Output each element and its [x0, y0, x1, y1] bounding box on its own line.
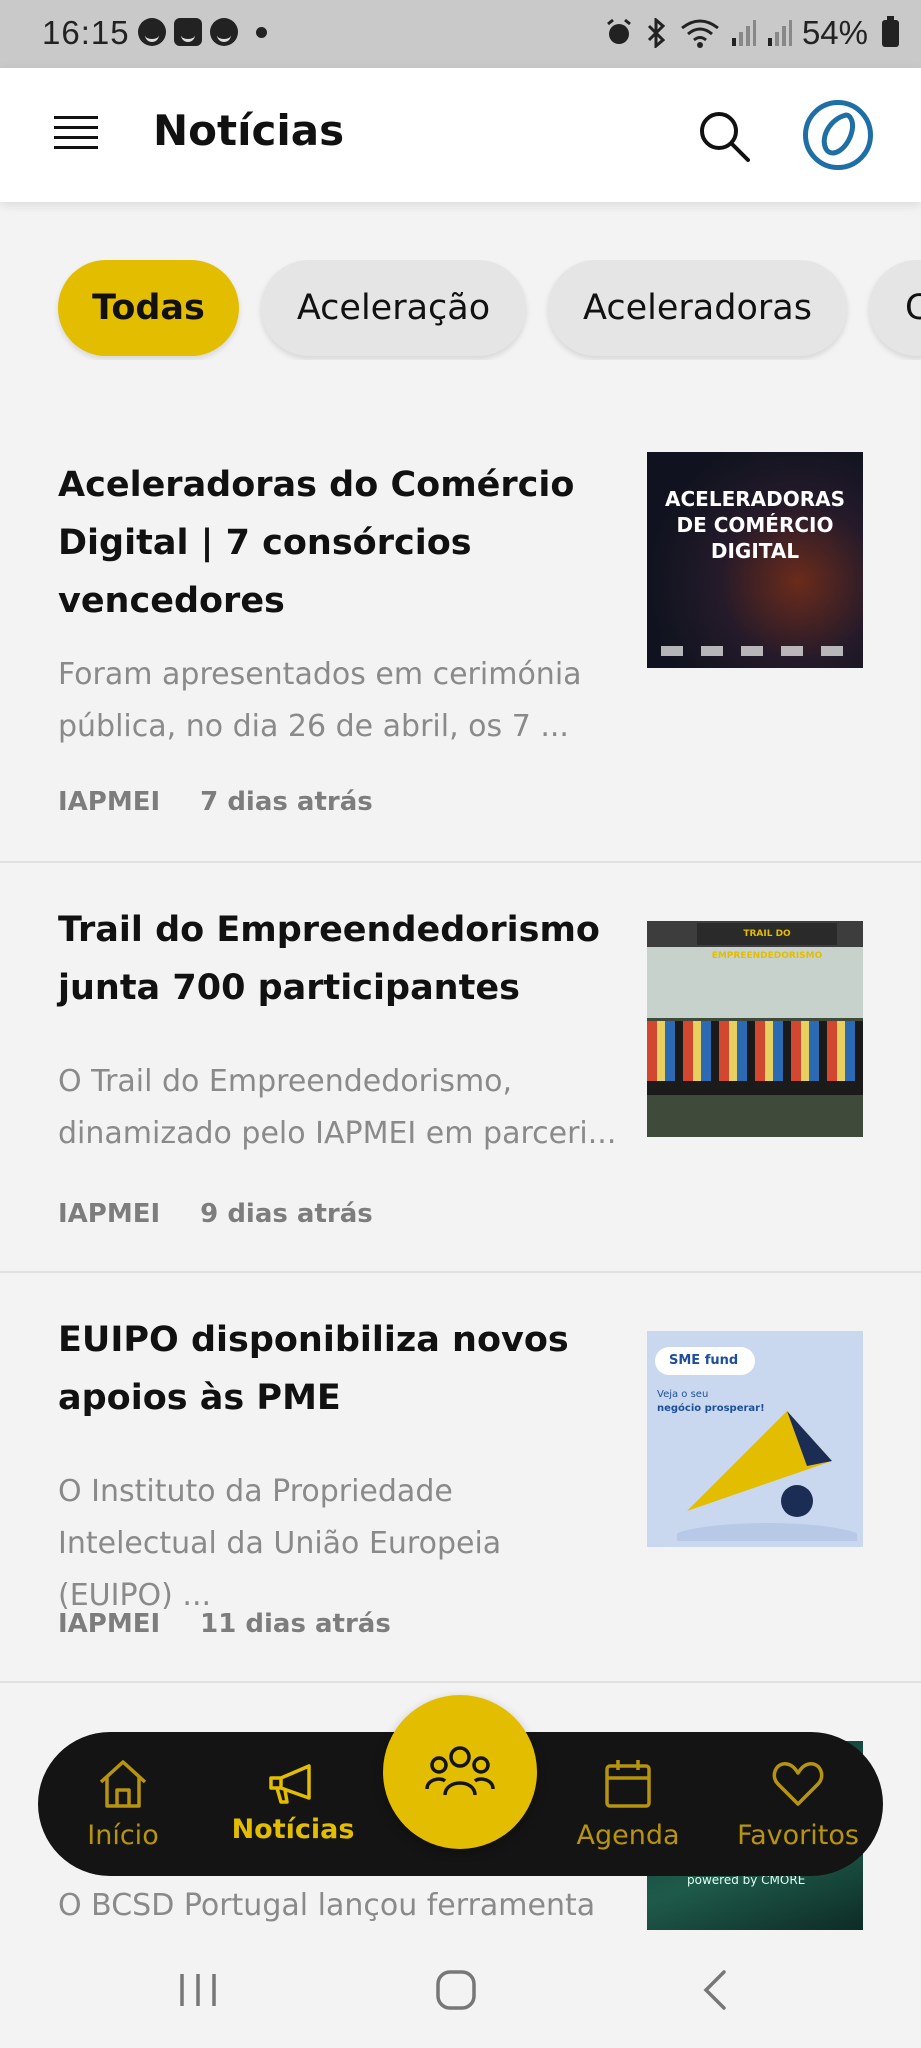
megaphone-icon	[269, 1764, 311, 1804]
more-notifications-icon	[256, 26, 267, 38]
signal-icon	[731, 20, 756, 46]
bluetooth-icon	[647, 18, 666, 48]
filter-chips: Todas Aceleração Aceleradoras C	[0, 260, 921, 360]
chip-todas[interactable]: Todas	[58, 260, 239, 356]
status-time: 16:15	[42, 14, 130, 51]
news-source: IAPMEI	[58, 1609, 161, 1639]
notification-icons	[138, 18, 267, 46]
nav-favoritos[interactable]: Favoritos	[723, 1732, 873, 1876]
chip-aceleradoras[interactable]: Aceleradoras	[548, 260, 847, 356]
news-item[interactable]: EUIPO disponibiliza novos apoios às PME …	[0, 1273, 921, 1683]
nav-noticias[interactable]: Notícias	[218, 1732, 368, 1876]
app-logo[interactable]	[803, 100, 873, 170]
news-thumbnail: SME fund Veja o seu negócio prosperar!	[647, 1331, 863, 1547]
news-item[interactable]: Trail do Empreendedorismo junta 700 part…	[0, 863, 921, 1273]
community-icon	[425, 1746, 495, 1796]
sponsor-logos	[661, 646, 851, 656]
back-icon[interactable]	[700, 1968, 730, 2012]
news-time: 7 dias atrás	[200, 787, 373, 817]
thumbnail-badge: SME fund	[655, 1347, 755, 1375]
system-navigation-bar	[0, 1930, 921, 2048]
nav-label: Agenda	[576, 1820, 680, 1851]
battery-percentage: 54%	[801, 14, 868, 51]
news-source: IAPMEI	[58, 787, 161, 817]
news-thumbnail: ACELERADORAS DE COMÉRCIO DIGITAL	[647, 452, 863, 668]
menu-icon[interactable]	[54, 116, 98, 154]
heart-icon	[772, 1762, 824, 1806]
news-meta: IAPMEI 7 dias atrás	[58, 787, 373, 817]
nav-label: Favoritos	[737, 1820, 859, 1851]
calendar-icon	[605, 1760, 651, 1808]
nav-label: Notícias	[231, 1814, 355, 1845]
alarm-icon	[607, 18, 631, 44]
battery-icon	[882, 15, 899, 47]
news-description: O BCSD Portugal lançou ferramenta	[58, 1888, 596, 1923]
news-meta: IAPMEI 11 dias atrás	[58, 1609, 391, 1639]
home-button-icon[interactable]	[434, 1968, 478, 2012]
recent-apps-icon[interactable]	[176, 1970, 220, 2010]
nav-label: Início	[87, 1820, 159, 1851]
teams-icon	[174, 18, 202, 46]
news-time: 9 dias atrás	[200, 1199, 373, 1229]
notification-app-icon	[210, 18, 238, 46]
wifi-icon	[681, 19, 719, 48]
news-title: Trail do Empreendedorismo junta 700 part…	[58, 910, 600, 1008]
news-meta: IAPMEI 9 dias atrás	[58, 1199, 373, 1229]
start-banner	[647, 1081, 863, 1095]
app-bar: Notícias	[0, 68, 921, 202]
hang-glider-illustration	[677, 1411, 857, 1541]
search-icon[interactable]	[696, 108, 752, 164]
page-title: Notícias	[153, 106, 345, 155]
home-icon	[99, 1760, 147, 1808]
thumbnail-banner: TRAIL DO EMPREENDEDORISMO	[697, 923, 837, 961]
status-right: 54%	[604, 14, 899, 52]
news-description: Foram apresentados em cerimónia pública,…	[58, 657, 582, 744]
news-description: O Instituto da Propriedade Intelectual d…	[58, 1474, 502, 1613]
news-description: O Trail do Empreendedorismo, dinamizado …	[58, 1064, 617, 1151]
news-title: EUIPO disponibiliza novos apoios às PME	[58, 1320, 569, 1418]
signal-icon-2	[767, 20, 792, 46]
notification-app-icon	[138, 18, 166, 46]
nav-inicio[interactable]: Início	[48, 1732, 198, 1876]
chip-next[interactable]: C	[869, 260, 921, 356]
status-bar: 16:15 54%	[0, 0, 921, 68]
news-source: IAPMEI	[58, 1199, 161, 1229]
news-thumbnail: TRAIL DO EMPREENDEDORISMO	[647, 921, 863, 1137]
nav-agenda[interactable]: Agenda	[553, 1732, 703, 1876]
news-item[interactable]: Aceleradoras do Comércio Digital | 7 con…	[0, 420, 921, 863]
thumbnail-title: ACELERADORAS DE COMÉRCIO DIGITAL	[665, 487, 845, 563]
chip-aceleracao[interactable]: Aceleração	[261, 260, 526, 356]
news-time: 11 dias atrás	[200, 1609, 391, 1639]
community-button[interactable]	[383, 1695, 537, 1849]
news-title: Aceleradoras do Comércio Digital | 7 con…	[58, 465, 575, 621]
